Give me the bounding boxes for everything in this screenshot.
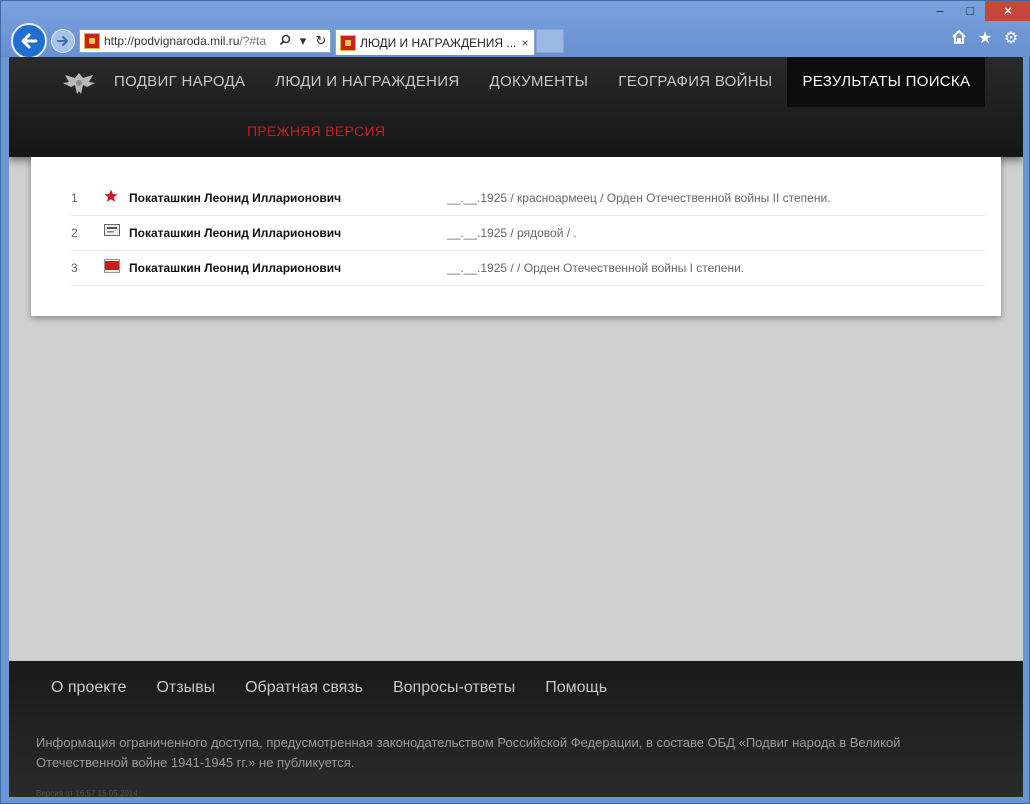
dropdown-chevron-icon[interactable]: ▾ (294, 33, 312, 49)
settings-gear-icon[interactable]: ⚙ (1003, 29, 1019, 49)
result-details: __.__.1925 / красноармеец / Орден Отечес… (447, 191, 831, 205)
new-tab-button[interactable] (536, 29, 564, 53)
back-button[interactable] (11, 23, 47, 59)
result-details: __.__.1925 / рядовой / . (447, 226, 577, 240)
menu-item-podvig-naroda[interactable]: ПОДВИГ НАРОДА (99, 57, 260, 107)
result-row[interactable]: 1 Покаташкин Леонид Илларионович __.__.1… (71, 181, 985, 216)
footer-menu: О проекте Отзывы Обратная связь Вопросы-… (51, 679, 607, 697)
tab-title: ЛЮДИ И НАГРАЖДЕНИЯ ... (360, 35, 516, 50)
url-path: /?#ta (239, 34, 267, 48)
forward-button[interactable] (51, 29, 75, 53)
result-number: 3 (71, 261, 78, 275)
page-viewport: ПОДВИГ НАРОДА ЛЮДИ И НАГРАЖДЕНИЯ ДОКУМЕН… (9, 57, 1023, 797)
address-bar[interactable]: http://podvignaroda.mil.ru/?#ta ▾ ↻ (79, 29, 331, 53)
menu-item-search-results[interactable]: РЕЗУЛЬТАТЫ ПОИСКА (787, 57, 986, 107)
forward-arrow-icon (57, 36, 68, 46)
footer-link-faq[interactable]: Вопросы-ответы (393, 679, 515, 697)
anniversary-40-icon (104, 259, 120, 273)
result-person-name[interactable]: Покаташкин Леонид Илларионович (129, 226, 341, 240)
back-arrow-icon (21, 33, 38, 49)
browser-window: – □ × http://podvignaroda.mil.ru/?#ta ▾ … (0, 0, 1030, 804)
result-person-name[interactable]: Покаташкин Леонид Илларионович (129, 261, 341, 275)
old-version-link[interactable]: ПРЕЖНЯЯ ВЕРСИЯ (247, 123, 385, 139)
tab-close-icon[interactable]: × (516, 36, 534, 50)
tab-favicon-icon (340, 34, 356, 51)
window-controls: – □ × (925, 1, 1030, 23)
result-row[interactable]: 3 Покаташкин Леонид Илларионович __.__.1… (71, 251, 985, 286)
footer-link-about[interactable]: О проекте (51, 679, 126, 697)
eagle-emblem-icon[interactable] (59, 69, 99, 97)
footer-disclaimer: Информация ограниченного доступа, предус… (36, 735, 901, 770)
result-row[interactable]: 2 Покаташкин Леонид Илларионович __.__.1… (71, 216, 985, 251)
browser-tab[interactable]: ЛЮДИ И НАГРАЖДЕНИЯ ... × (335, 29, 535, 55)
close-window-button[interactable]: × (985, 1, 1030, 21)
search-icon[interactable] (276, 34, 294, 49)
document-card-icon (104, 224, 120, 238)
menu-item-documents[interactable]: ДОКУМЕНТЫ (475, 57, 604, 107)
browser-titlebar: – □ × http://podvignaroda.mil.ru/?#ta ▾ … (1, 1, 1030, 59)
url-text[interactable]: http://podvignaroda.mil.ru/?#ta (104, 34, 276, 48)
menu-item-war-geography[interactable]: ГЕОГРАФИЯ ВОЙНЫ (603, 57, 787, 107)
browser-tools: ★ ⚙ (951, 29, 1019, 49)
site-header: ПОДВИГ НАРОДА ЛЮДИ И НАГРАЖДЕНИЯ ДОКУМЕН… (9, 57, 1023, 157)
menu-item-people-awards[interactable]: ЛЮДИ И НАГРАЖДЕНИЯ (260, 57, 474, 107)
favorites-star-icon[interactable]: ★ (977, 29, 993, 49)
footer-link-feedback[interactable]: Обратная связь (245, 679, 363, 697)
site-favicon-icon (84, 33, 100, 49)
footer-link-help[interactable]: Помощь (545, 679, 607, 697)
version-text: Версия от 16:57 15.05.2014 (36, 789, 138, 797)
maximize-button[interactable]: □ (955, 1, 985, 21)
main-menu: ПОДВИГ НАРОДА ЛЮДИ И НАГРАЖДЕНИЯ ДОКУМЕН… (99, 57, 986, 107)
result-person-name[interactable]: Покаташкин Леонид Илларионович (129, 191, 341, 205)
minimize-button[interactable]: – (925, 1, 955, 21)
url-host: http://podvignaroda.mil.ru (104, 34, 240, 48)
result-number: 2 (71, 226, 78, 240)
footer-link-reviews[interactable]: Отзывы (156, 679, 215, 697)
refresh-icon[interactable]: ↻ (312, 33, 330, 49)
site-footer: О проекте Отзывы Обратная связь Вопросы-… (9, 661, 1023, 797)
search-results-list: 1 Покаташкин Леонид Илларионович __.__.1… (31, 157, 1001, 316)
result-number: 1 (71, 191, 78, 205)
red-star-icon (104, 189, 120, 203)
home-icon[interactable] (951, 29, 967, 49)
result-details: __.__.1925 / / Орден Отечественной войны… (447, 261, 745, 275)
